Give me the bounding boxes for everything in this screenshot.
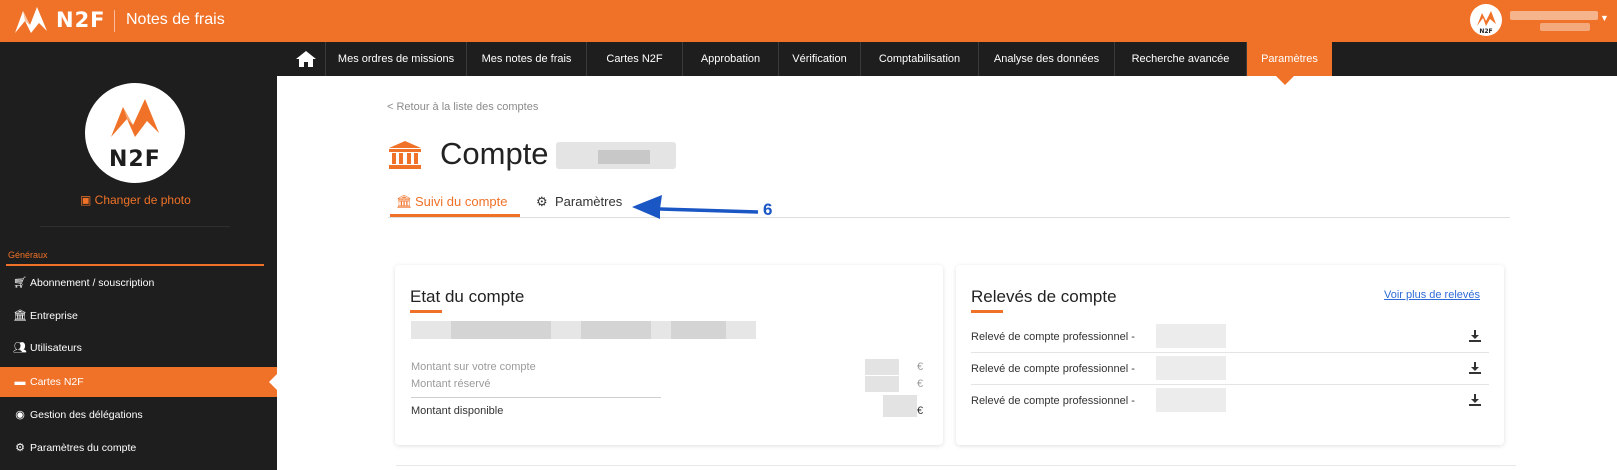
annotation-number: 6: [763, 200, 773, 219]
download-icon[interactable]: [1469, 330, 1481, 342]
card-title-underline: [410, 310, 442, 313]
sidebar-item-label: Entreprise: [30, 310, 78, 322]
account-name-redacted-inner: [598, 150, 650, 164]
nav-verification[interactable]: Vérification: [778, 42, 860, 76]
sidebar-item-label: Cartes N2F: [30, 376, 84, 388]
sidebar-item-abonnement[interactable]: 🛒︎ Abonnement / souscription: [0, 268, 277, 298]
sidebar-item-label: Abonnement / souscription: [30, 277, 155, 289]
currency-symbol: €: [917, 361, 924, 373]
nav-cartes-n2f[interactable]: Cartes N2F: [586, 42, 682, 76]
card-title: Relevés de compte: [971, 287, 1117, 306]
nav-recherche-avancee[interactable]: Recherche avancée: [1114, 42, 1246, 76]
sidebar-item-parametres-compte[interactable]: ⚙ Paramètres du compte: [0, 433, 277, 463]
account-number-redacted: [411, 321, 756, 339]
tab-label: Paramètres: [555, 194, 623, 209]
sidebar-divider: [40, 226, 230, 227]
change-photo-link[interactable]: ▣ Changer de photo: [80, 193, 191, 207]
card-title: Etat du compte: [410, 287, 525, 306]
statement-label: Relevé de compte professionnel -: [971, 331, 1135, 343]
n2f-avatar-icon: N2F: [1477, 11, 1496, 35]
sidebar-section-title: Généraux: [8, 250, 48, 260]
section-divider: [396, 465, 1516, 466]
statement-period-redacted: [1156, 356, 1226, 380]
top-bar: N2F Notes de frais N2F ▼: [0, 0, 1617, 42]
active-tab-underline: [390, 214, 520, 217]
card-title-underline: [971, 310, 1003, 313]
statements-card: Relevés de compte Voir plus de relevés R…: [956, 265, 1504, 445]
tab-label: Suivi du compte: [415, 194, 508, 209]
user-company-redacted: [1540, 23, 1590, 31]
sidebar-item-label: Gestion des délégations: [30, 409, 143, 421]
nav-mes-ordres-de-missions[interactable]: Mes ordres de missions: [325, 42, 466, 76]
users-icon: 👥︎: [13, 342, 27, 354]
currency-symbol: €: [917, 378, 924, 390]
nav-approbation[interactable]: Approbation: [682, 42, 778, 76]
amount-divider: [411, 397, 661, 398]
tabs-divider: [388, 217, 1510, 218]
amount-on-account-redacted: [865, 359, 899, 375]
nav-comptabilisation[interactable]: Comptabilisation: [860, 42, 978, 76]
amount-reserved-label: Montant réservé: [411, 378, 491, 390]
amount-reserved-redacted: [865, 376, 899, 392]
app-title: Notes de frais: [126, 11, 225, 28]
sidebar-item-entreprise[interactable]: 🏛︎ Entreprise: [0, 301, 277, 331]
bank-icon: 🏛︎: [396, 194, 413, 209]
n2f-logo-icon[interactable]: [13, 5, 49, 35]
statement-row: Relevé de compte professionnel -: [971, 385, 1489, 417]
bank-icon: 🏛︎: [13, 310, 27, 322]
download-icon[interactable]: [1469, 394, 1481, 406]
statement-row: Relevé de compte professionnel -: [971, 321, 1489, 353]
main-nav: Mes ordres de missions Mes notes de frai…: [0, 42, 1617, 76]
statement-label: Relevé de compte professionnel -: [971, 395, 1135, 407]
sidebar-item-delegations[interactable]: ◉ Gestion des délégations: [0, 400, 277, 430]
user-avatar[interactable]: N2F: [1470, 4, 1502, 36]
credit-card-icon: ▬: [14, 376, 26, 388]
sidebar-item-label: Utilisateurs: [30, 342, 82, 354]
statement-label: Relevé de compte professionnel -: [971, 363, 1135, 375]
back-to-accounts-link[interactable]: < Retour à la liste des comptes: [387, 101, 538, 113]
logo-text: N2F: [109, 147, 161, 172]
more-statements-link[interactable]: Voir plus de relevés: [1384, 289, 1480, 301]
change-photo-label: Changer de photo: [94, 193, 191, 207]
download-icon[interactable]: [1469, 362, 1481, 374]
statement-period-redacted: [1156, 324, 1226, 348]
statement-row: Relevé de compte professionnel -: [971, 353, 1489, 385]
amount-available-redacted: [883, 395, 917, 417]
amount-on-account-label: Montant sur votre compte: [411, 361, 536, 373]
home-icon[interactable]: [295, 50, 317, 68]
cart-icon: 🛒︎: [13, 277, 27, 289]
brand-separator: [114, 10, 115, 32]
account-state-card: Etat du compte Montant sur votre compte …: [395, 265, 943, 445]
page-title: Compte: [440, 136, 549, 171]
user-name-redacted[interactable]: [1510, 11, 1598, 20]
tab-suivi-du-compte[interactable]: 🏛︎ Suivi du compte: [396, 194, 508, 210]
brand-name[interactable]: N2F: [56, 8, 106, 32]
tab-parametres[interactable]: ⚙ Paramètres: [536, 194, 622, 210]
user-menu-caret-icon[interactable]: ▼: [1600, 13, 1609, 23]
eye-icon: ◉: [15, 409, 25, 421]
sidebar-section-underline: [6, 264, 264, 266]
svg-text:N2F: N2F: [1479, 28, 1492, 35]
amount-available-label: Montant disponible: [411, 405, 504, 417]
gears-icon: ⚙: [15, 442, 25, 454]
sidebar-item-label: Paramètres du compte: [30, 442, 137, 454]
currency-symbol: €: [917, 405, 924, 417]
active-nav-pointer: [1276, 76, 1294, 85]
bank-icon: [389, 141, 421, 169]
n2f-logo-icon: [111, 99, 159, 137]
company-logo: N2F: [85, 83, 185, 183]
annotation-arrow-icon: [632, 195, 759, 219]
nav-analyse-des-donnees[interactable]: Analyse des données: [978, 42, 1114, 76]
statement-period-redacted: [1156, 388, 1226, 412]
image-icon: ▣: [80, 193, 95, 207]
nav-parametres[interactable]: Paramètres: [1246, 42, 1332, 76]
nav-mes-notes-de-frais[interactable]: Mes notes de frais: [466, 42, 586, 76]
sidebar-item-cartes-n2f[interactable]: ▬ Cartes N2F: [0, 367, 277, 397]
gears-icon: ⚙: [536, 194, 548, 209]
sidebar-item-utilisateurs[interactable]: 👥︎ Utilisateurs: [0, 333, 277, 363]
